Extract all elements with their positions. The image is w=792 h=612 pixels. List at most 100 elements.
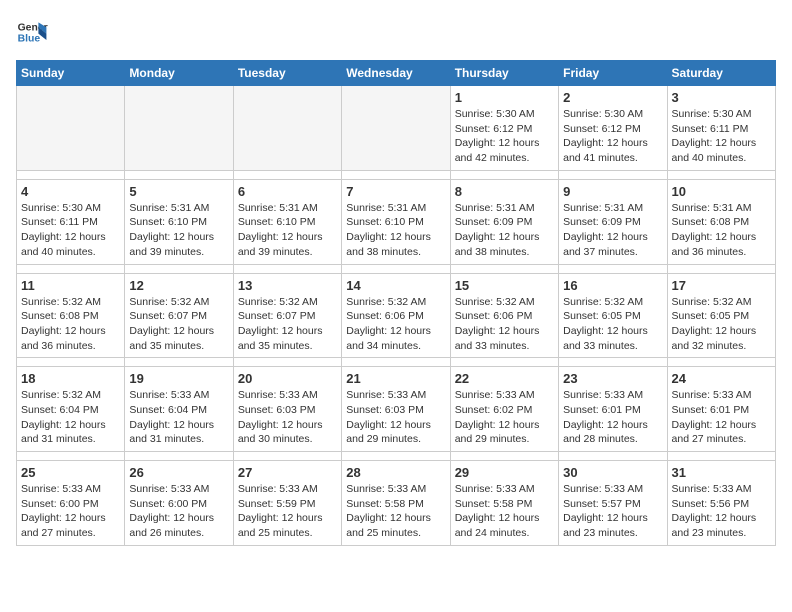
calendar-header-row: SundayMondayTuesdayWednesdayThursdayFrid… xyxy=(17,61,776,86)
day-number: 17 xyxy=(672,278,771,293)
day-number: 25 xyxy=(21,465,120,480)
day-info: Sunrise: 5:33 AMSunset: 5:58 PMDaylight:… xyxy=(455,482,554,541)
calendar-day: 29 Sunrise: 5:33 AMSunset: 5:58 PMDayligh… xyxy=(450,461,558,546)
day-info: Sunrise: 5:30 AMSunset: 6:11 PMDaylight:… xyxy=(21,201,120,260)
day-info: Sunrise: 5:32 AMSunset: 6:05 PMDaylight:… xyxy=(672,295,771,354)
calendar-day: 4 Sunrise: 5:30 AMSunset: 6:11 PMDaylight… xyxy=(17,179,125,264)
calendar-day: 8Sunrise: 5:31 AMSunset: 6:09 PMDaylight… xyxy=(450,179,558,264)
calendar-day: 12Sunrise: 5:32 AMSunset: 6:07 PMDayligh… xyxy=(125,273,233,358)
day-info: Sunrise: 5:31 AMSunset: 6:10 PMDaylight:… xyxy=(129,201,228,260)
day-info: Sunrise: 5:32 AMSunset: 6:04 PMDaylight:… xyxy=(21,388,120,447)
day-number: 24 xyxy=(672,371,771,386)
calendar-day: 18 Sunrise: 5:32 AMSunset: 6:04 PMDayligh… xyxy=(17,367,125,452)
day-number: 6 xyxy=(238,184,337,199)
day-number: 21 xyxy=(346,371,445,386)
day-info: Sunrise: 5:33 AMSunset: 5:57 PMDaylight:… xyxy=(563,482,662,541)
calendar-day: 28Sunrise: 5:33 AMSunset: 5:58 PMDayligh… xyxy=(342,461,450,546)
day-number: 26 xyxy=(129,465,228,480)
calendar-day: 7 Sunrise: 5:31 AMSunset: 6:10 PMDaylight… xyxy=(342,179,450,264)
day-info: Sunrise: 5:33 AMSunset: 6:01 PMDaylight:… xyxy=(672,388,771,447)
day-info: Sunrise: 5:33 AMSunset: 6:03 PMDaylight:… xyxy=(238,388,337,447)
day-info: Sunrise: 5:33 AMSunset: 6:00 PMDaylight:… xyxy=(129,482,228,541)
day-number: 27 xyxy=(238,465,337,480)
week-divider xyxy=(17,170,776,179)
calendar-day xyxy=(342,86,450,171)
calendar-week-row: 18 Sunrise: 5:32 AMSunset: 6:04 PMDayligh… xyxy=(17,367,776,452)
day-info: Sunrise: 5:32 AMSunset: 6:06 PMDaylight:… xyxy=(346,295,445,354)
day-info: Sunrise: 5:32 AMSunset: 6:05 PMDaylight:… xyxy=(563,295,662,354)
calendar-day: 5 Sunrise: 5:31 AMSunset: 6:10 PMDaylight… xyxy=(125,179,233,264)
day-number: 1 xyxy=(455,90,554,105)
svg-text:Blue: Blue xyxy=(18,34,41,45)
week-divider xyxy=(17,358,776,367)
logo-icon: General Blue xyxy=(16,16,48,48)
header-monday: Monday xyxy=(125,61,233,86)
day-info: Sunrise: 5:30 AMSunset: 6:11 PMDaylight:… xyxy=(672,107,771,166)
calendar-week-row: 4 Sunrise: 5:30 AMSunset: 6:11 PMDaylight… xyxy=(17,179,776,264)
day-number: 9 xyxy=(563,184,662,199)
day-number: 4 xyxy=(21,184,120,199)
calendar-day: 10Sunrise: 5:31 AMSunset: 6:08 PMDayligh… xyxy=(667,179,775,264)
day-info: Sunrise: 5:32 AMSunset: 6:07 PMDaylight:… xyxy=(129,295,228,354)
day-number: 16 xyxy=(563,278,662,293)
day-number: 19 xyxy=(129,371,228,386)
day-info: Sunrise: 5:33 AMSunset: 6:00 PMDaylight:… xyxy=(21,482,120,541)
calendar-day: 15Sunrise: 5:32 AMSunset: 6:06 PMDayligh… xyxy=(450,273,558,358)
day-number: 18 xyxy=(21,371,120,386)
day-info: Sunrise: 5:32 AMSunset: 6:08 PMDaylight:… xyxy=(21,295,120,354)
header-tuesday: Tuesday xyxy=(233,61,341,86)
calendar-week-row: 1 Sunrise: 5:30 AMSunset: 6:12 PMDaylight… xyxy=(17,86,776,171)
calendar-day: 24 Sunrise: 5:33 AMSunset: 6:01 PMDayligh… xyxy=(667,367,775,452)
header-friday: Friday xyxy=(559,61,667,86)
calendar-day: 27 Sunrise: 5:33 AMSunset: 5:59 PMDayligh… xyxy=(233,461,341,546)
calendar-day: 30 Sunrise: 5:33 AMSunset: 5:57 PMDayligh… xyxy=(559,461,667,546)
day-number: 14 xyxy=(346,278,445,293)
day-number: 13 xyxy=(238,278,337,293)
day-number: 7 xyxy=(346,184,445,199)
calendar-table: SundayMondayTuesdayWednesdayThursdayFrid… xyxy=(16,60,776,546)
day-number: 23 xyxy=(563,371,662,386)
day-number: 11 xyxy=(21,278,120,293)
header-wednesday: Wednesday xyxy=(342,61,450,86)
day-number: 30 xyxy=(563,465,662,480)
week-divider xyxy=(17,452,776,461)
header-thursday: Thursday xyxy=(450,61,558,86)
day-info: Sunrise: 5:30 AMSunset: 6:12 PMDaylight:… xyxy=(455,107,554,166)
day-number: 22 xyxy=(455,371,554,386)
header-saturday: Saturday xyxy=(667,61,775,86)
calendar-day: 1 Sunrise: 5:30 AMSunset: 6:12 PMDaylight… xyxy=(450,86,558,171)
calendar-day: 16 Sunrise: 5:32 AMSunset: 6:05 PMDayligh… xyxy=(559,273,667,358)
calendar-day: 9 Sunrise: 5:31 AMSunset: 6:09 PMDaylight… xyxy=(559,179,667,264)
day-info: Sunrise: 5:30 AMSunset: 6:12 PMDaylight:… xyxy=(563,107,662,166)
calendar-day xyxy=(233,86,341,171)
calendar-day: 19 Sunrise: 5:33 AMSunset: 6:04 PMDayligh… xyxy=(125,367,233,452)
calendar-day: 31Sunrise: 5:33 AMSunset: 5:56 PMDayligh… xyxy=(667,461,775,546)
day-info: Sunrise: 5:33 AMSunset: 6:02 PMDaylight:… xyxy=(455,388,554,447)
calendar-day: 3 Sunrise: 5:30 AMSunset: 6:11 PMDaylight… xyxy=(667,86,775,171)
calendar-day: 17 Sunrise: 5:32 AMSunset: 6:05 PMDayligh… xyxy=(667,273,775,358)
calendar-day: 14 Sunrise: 5:32 AMSunset: 6:06 PMDayligh… xyxy=(342,273,450,358)
day-info: Sunrise: 5:31 AMSunset: 6:09 PMDaylight:… xyxy=(563,201,662,260)
calendar-day: 6Sunrise: 5:31 AMSunset: 6:10 PMDaylight… xyxy=(233,179,341,264)
calendar-week-row: 25 Sunrise: 5:33 AMSunset: 6:00 PMDayligh… xyxy=(17,461,776,546)
day-number: 20 xyxy=(238,371,337,386)
calendar-day: 26 Sunrise: 5:33 AMSunset: 6:00 PMDayligh… xyxy=(125,461,233,546)
calendar-day: 2Sunrise: 5:30 AMSunset: 6:12 PMDaylight… xyxy=(559,86,667,171)
day-number: 3 xyxy=(672,90,771,105)
day-info: Sunrise: 5:33 AMSunset: 5:59 PMDaylight:… xyxy=(238,482,337,541)
day-info: Sunrise: 5:33 AMSunset: 6:03 PMDaylight:… xyxy=(346,388,445,447)
calendar-day xyxy=(17,86,125,171)
day-info: Sunrise: 5:33 AMSunset: 6:04 PMDaylight:… xyxy=(129,388,228,447)
day-number: 10 xyxy=(672,184,771,199)
calendar-day: 13 Sunrise: 5:32 AMSunset: 6:07 PMDayligh… xyxy=(233,273,341,358)
day-info: Sunrise: 5:31 AMSunset: 6:10 PMDaylight:… xyxy=(346,201,445,260)
day-info: Sunrise: 5:32 AMSunset: 6:07 PMDaylight:… xyxy=(238,295,337,354)
header-sunday: Sunday xyxy=(17,61,125,86)
week-divider xyxy=(17,264,776,273)
day-number: 28 xyxy=(346,465,445,480)
day-info: Sunrise: 5:33 AMSunset: 6:01 PMDaylight:… xyxy=(563,388,662,447)
day-number: 29 xyxy=(455,465,554,480)
page-header: General Blue xyxy=(16,16,776,48)
day-number: 5 xyxy=(129,184,228,199)
calendar-day: 21 Sunrise: 5:33 AMSunset: 6:03 PMDayligh… xyxy=(342,367,450,452)
